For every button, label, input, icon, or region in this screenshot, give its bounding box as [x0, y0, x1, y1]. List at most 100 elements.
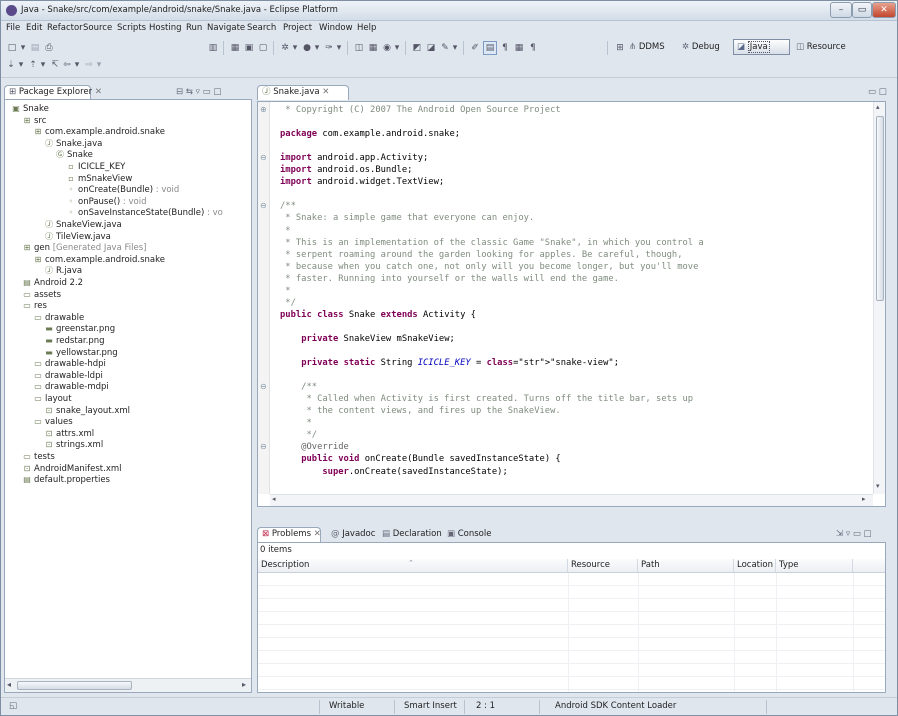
- search-dropdown-icon[interactable]: ▾: [451, 41, 459, 55]
- tree-item[interactable]: ▭ tests: [22, 451, 55, 463]
- scroll-left-icon[interactable]: ◂: [272, 495, 276, 503]
- menu-source[interactable]: Source: [80, 23, 115, 33]
- tree-item[interactable]: ⊞ src: [22, 115, 47, 127]
- menu-window[interactable]: Window: [316, 23, 356, 33]
- scroll-left-icon[interactable]: ◂: [7, 680, 11, 689]
- close-tab-icon[interactable]: ✕: [311, 529, 321, 539]
- perspective-java[interactable]: ◪ Java: [733, 39, 790, 55]
- tree-item[interactable]: ▭ assets: [22, 289, 61, 301]
- tree-item[interactable]: ⊞ com.example.android.snake: [33, 254, 165, 266]
- debug-icon[interactable]: ✲: [279, 41, 291, 55]
- previous-annotation-icon[interactable]: ⇡: [27, 58, 39, 72]
- close-tab-icon[interactable]: ✕: [92, 87, 102, 97]
- external-tools-icon[interactable]: ✑: [323, 41, 335, 55]
- fold-toggle-icon[interactable]: ⊕: [260, 104, 267, 116]
- menu-file[interactable]: File: [3, 23, 23, 33]
- tab-declaration[interactable]: ▤ Declaration: [382, 529, 442, 539]
- back-dropdown-icon[interactable]: ▾: [73, 58, 81, 72]
- link-with-editor-icon[interactable]: ⇆: [186, 87, 193, 97]
- open-perspective-icon[interactable]: ⊞: [614, 41, 626, 55]
- perspective-ddms[interactable]: ⋔ DDMS: [629, 42, 665, 52]
- run-icon[interactable]: ●: [301, 41, 313, 55]
- tree-item[interactable]: ▬ greenstar.png: [44, 323, 115, 335]
- tree-item[interactable]: Ⓙ Snake.java: [44, 138, 102, 150]
- tree-item[interactable]: ▣ Snake: [11, 103, 49, 115]
- tree-item[interactable]: ⊡ AndroidManifest.xml: [22, 463, 122, 475]
- horizontal-scrollbar[interactable]: ◂ ▸: [5, 678, 251, 692]
- tree-item[interactable]: ▬ yellowstar.png: [44, 347, 117, 359]
- open-project-icon[interactable]: ▦: [229, 41, 241, 55]
- next-annotation-icon[interactable]: ⇣: [5, 58, 17, 72]
- tree-item[interactable]: ▭ values: [33, 416, 72, 428]
- menu-edit[interactable]: Edit: [23, 23, 45, 33]
- android-sdk-icon[interactable]: ▣: [243, 41, 255, 55]
- view-menu-icon[interactable]: ▿: [196, 87, 200, 97]
- menu-hosting[interactable]: Hosting: [146, 23, 185, 33]
- fold-toggle-icon[interactable]: ⊖: [260, 381, 267, 393]
- menu-navigate[interactable]: Navigate: [204, 23, 248, 33]
- new-icon[interactable]: □: [5, 41, 19, 55]
- maximize-button[interactable]: ▭: [852, 2, 872, 18]
- forward-icon[interactable]: ⇨: [83, 58, 95, 72]
- debug-dropdown-icon[interactable]: ▾: [291, 41, 299, 55]
- tree-item[interactable]: ◦ onCreate(Bundle) : void: [66, 184, 180, 196]
- minimize-button[interactable]: –: [830, 2, 852, 18]
- collapse-all-icon[interactable]: ⊟: [176, 87, 183, 97]
- fold-toggle-icon[interactable]: ⊖: [260, 200, 267, 212]
- tab-package-explorer[interactable]: ⊞ Package Explorer ✕: [4, 85, 102, 100]
- minimize-view-icon[interactable]: ▭: [853, 529, 861, 539]
- scroll-thumb[interactable]: [17, 681, 132, 690]
- editor-horizontal-scrollbar[interactable]: ◂ ▸: [270, 494, 873, 506]
- tree-item[interactable]: ◦ onPause() : void: [66, 196, 147, 208]
- new-dropdown-icon[interactable]: ▾: [19, 41, 27, 55]
- next-annotation-dropdown-icon[interactable]: ▾: [17, 58, 25, 72]
- back-icon[interactable]: ⇦: [61, 58, 73, 72]
- tree-item[interactable]: ⊡ snake_layout.xml: [44, 405, 130, 417]
- scroll-up-icon[interactable]: ▴: [876, 103, 880, 111]
- column-type[interactable]: Type: [776, 559, 853, 572]
- menu-project[interactable]: Project: [280, 23, 315, 33]
- new-package-icon[interactable]: ▦: [367, 41, 379, 55]
- open-type-icon[interactable]: ◩: [411, 41, 423, 55]
- tree-item[interactable]: ▭ drawable-ldpi: [33, 370, 103, 382]
- filter-icon[interactable]: ⇲: [836, 529, 843, 539]
- tree-item[interactable]: Ⓙ SnakeView.java: [44, 219, 122, 231]
- tree-item[interactable]: ▭ drawable: [33, 312, 84, 324]
- new-java-project-icon[interactable]: ◫: [353, 41, 365, 55]
- tree-item[interactable]: Ⓖ Snake: [55, 149, 93, 161]
- forward-dropdown-icon[interactable]: ▾: [95, 58, 103, 72]
- close-tab-icon[interactable]: ✕: [320, 87, 329, 97]
- menu-run[interactable]: Run: [183, 23, 205, 33]
- tree-item[interactable]: ⊡ attrs.xml: [44, 428, 95, 440]
- fold-toggle-icon[interactable]: ⊖: [260, 441, 267, 453]
- menu-scripts[interactable]: Scripts: [114, 23, 149, 33]
- tree-item[interactable]: ⊡ strings.xml: [44, 439, 104, 451]
- new-class-icon[interactable]: ◉: [381, 41, 393, 55]
- column-location[interactable]: Location: [734, 559, 776, 572]
- new-class-dropdown-icon[interactable]: ▾: [393, 41, 401, 55]
- tab-problems[interactable]: ⊠ Problems ✕: [257, 527, 321, 542]
- tree-item[interactable]: Ⓙ TileView.java: [44, 231, 111, 243]
- column-resource[interactable]: Resource: [568, 559, 638, 572]
- fast-view-icon[interactable]: ◱: [9, 701, 17, 711]
- perspective-debug[interactable]: ✲ Debug: [682, 42, 720, 52]
- tree-item[interactable]: ⊞ gen [Generated Java Files]: [22, 242, 147, 254]
- tab-snake-java[interactable]: Ⓙ Snake.java ✕: [257, 85, 349, 100]
- show-whitespace-icon[interactable]: ¶: [499, 41, 511, 55]
- tree-item[interactable]: ◦ onSaveInstanceState(Bundle) : vo: [66, 207, 223, 219]
- tree-item[interactable]: ▭ drawable-hdpi: [33, 358, 106, 370]
- search-icon[interactable]: ✎: [439, 41, 451, 55]
- maximize-view-icon[interactable]: □: [864, 529, 872, 539]
- toggle-block-selection-icon[interactable]: ▦: [513, 41, 525, 55]
- tree-item[interactable]: ⊞ com.example.android.snake: [33, 126, 165, 138]
- perspective-resource[interactable]: ◫ Resource: [796, 42, 846, 52]
- open-task-icon[interactable]: ◪: [425, 41, 437, 55]
- minimize-view-icon[interactable]: ▭: [868, 87, 876, 97]
- minimize-view-icon[interactable]: ▭: [203, 87, 211, 97]
- menu-search[interactable]: Search: [244, 23, 279, 33]
- tab-javadoc[interactable]: @ Javadoc: [331, 529, 375, 539]
- save-icon[interactable]: ▤: [29, 41, 41, 55]
- vertical-scrollbar[interactable]: ▴ ▾: [873, 102, 885, 494]
- scroll-thumb[interactable]: [876, 116, 884, 301]
- maximize-view-icon[interactable]: □: [879, 87, 887, 97]
